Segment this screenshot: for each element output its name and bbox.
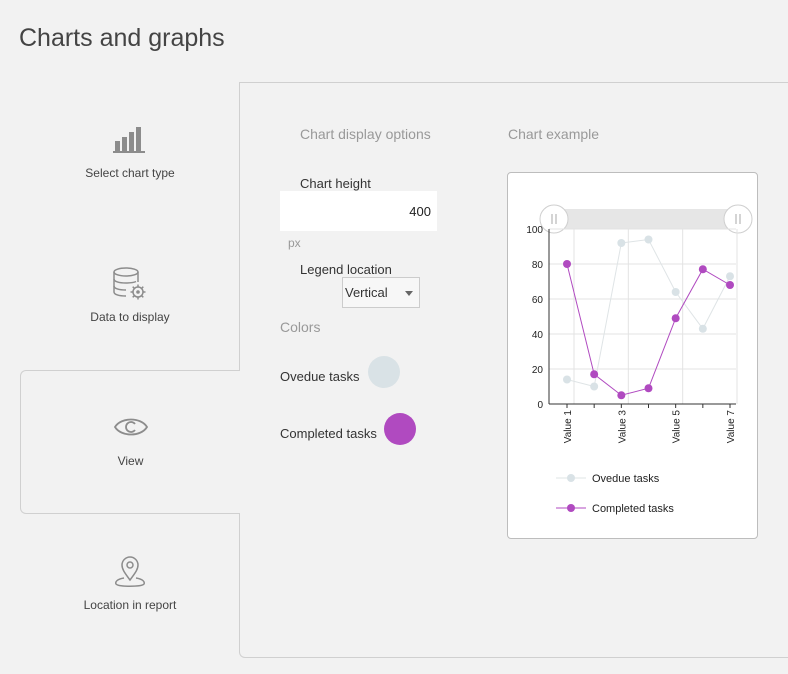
data-point bbox=[563, 375, 571, 384]
data-point bbox=[590, 382, 599, 391]
chevron-down-icon bbox=[405, 291, 413, 296]
nav-item-select-chart-type[interactable]: Select chart type bbox=[20, 82, 240, 226]
data-point bbox=[671, 314, 680, 323]
range-slider-track[interactable] bbox=[554, 209, 738, 229]
data-point bbox=[590, 370, 599, 379]
overdue-color-label: Ovedue tasks bbox=[280, 369, 360, 384]
data-point bbox=[644, 384, 653, 393]
chart-height-label: Chart height bbox=[300, 176, 371, 191]
completed-color-swatch[interactable] bbox=[384, 413, 416, 445]
location-pin-icon bbox=[112, 554, 148, 595]
data-point bbox=[698, 265, 707, 274]
chart-example-title: Chart example bbox=[508, 126, 600, 142]
legend-location-value: Vertical bbox=[345, 285, 388, 300]
chart-example: 0 20 40 60 80 100 Value 1 Value 3 Value 5 Value 7… bbox=[507, 172, 758, 539]
nav-item-view[interactable]: View bbox=[20, 370, 240, 514]
legend-label[interactable]: Ovedue tasks bbox=[592, 473, 660, 485]
data-point bbox=[617, 239, 626, 247]
legend-location-label: Legend location bbox=[300, 262, 392, 277]
eye-icon bbox=[113, 413, 149, 446]
chart-height-input[interactable] bbox=[280, 191, 437, 231]
data-point bbox=[726, 272, 734, 281]
nav-label: Location in report bbox=[83, 598, 177, 612]
legend-marker bbox=[567, 504, 575, 512]
chart-display-options-title: Chart display options bbox=[300, 126, 431, 142]
y-tick-label: 40 bbox=[532, 330, 544, 341]
legend-label[interactable]: Completed tasks bbox=[592, 503, 674, 515]
nav-label: View bbox=[117, 454, 144, 468]
line-chart: 0 20 40 60 80 100 Value 1 Value 3 Value 5 Value 7… bbox=[526, 204, 753, 515]
nav-label: Select chart type bbox=[85, 166, 175, 180]
x-tick-label: Value 3 bbox=[617, 410, 628, 444]
page-title: Charts and graphs bbox=[19, 24, 225, 52]
data-point bbox=[617, 391, 626, 400]
x-tick-label: Value 5 bbox=[672, 410, 683, 444]
colors-title: Colors bbox=[280, 319, 321, 335]
completed-color-label: Completed tasks bbox=[280, 426, 377, 441]
legend-marker bbox=[567, 474, 575, 482]
legend-location-select[interactable]: Vertical bbox=[342, 277, 420, 308]
nav-item-data-to-display[interactable]: Data to display bbox=[20, 226, 240, 370]
chart-height-unit: px bbox=[288, 236, 301, 250]
bar-chart-icon bbox=[113, 124, 147, 159]
y-tick-label: 20 bbox=[532, 365, 544, 376]
data-point bbox=[698, 324, 707, 333]
data-point bbox=[671, 288, 680, 296]
y-tick-label: 60 bbox=[532, 295, 544, 306]
x-tick-label: Value 1 bbox=[563, 410, 574, 444]
nav-label: Data to display bbox=[90, 310, 170, 324]
y-tick-label: 0 bbox=[537, 400, 543, 411]
database-gear-icon bbox=[112, 266, 148, 307]
data-point bbox=[644, 235, 653, 244]
data-point bbox=[726, 281, 734, 289]
y-tick-label: 100 bbox=[526, 225, 543, 236]
y-tick-label: 80 bbox=[532, 260, 544, 271]
nav-item-location-in-report[interactable]: Location in report bbox=[20, 514, 240, 658]
data-point bbox=[563, 260, 571, 268]
overdue-color-swatch[interactable] bbox=[368, 356, 400, 388]
x-tick-label: Value 7 bbox=[726, 410, 737, 444]
